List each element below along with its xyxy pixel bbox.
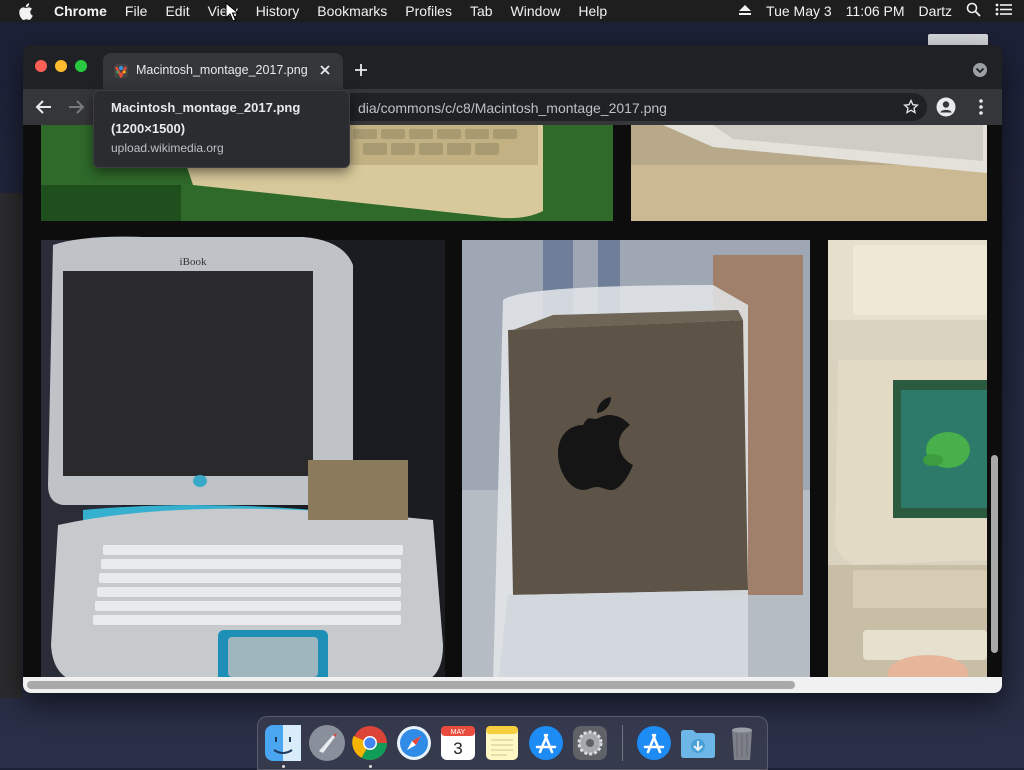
tab-strip: Macintosh_montage_2017.png (23, 45, 1002, 89)
back-arrow-icon[interactable] (34, 97, 54, 117)
profile-avatar-icon[interactable] (936, 97, 956, 117)
menu-app-name[interactable]: Chrome (54, 3, 107, 19)
more-options-icon[interactable] (973, 97, 989, 117)
status-area: Tue May 3 11:06 PM Dartz (738, 0, 1012, 22)
tile-macintosh-ii (828, 240, 987, 693)
calendar-day: 3 (453, 739, 462, 758)
menu-bookmarks[interactable]: Bookmarks (317, 3, 387, 19)
trash-icon[interactable] (722, 723, 762, 763)
menu-profiles[interactable]: Profiles (405, 3, 452, 19)
close-tab-icon[interactable] (317, 62, 333, 78)
menu-file[interactable]: File (125, 3, 148, 19)
menubar-user[interactable]: Dartz (919, 3, 952, 19)
hover-card-dimensions: (1200×1500) (111, 121, 186, 136)
app-store-icon[interactable] (526, 723, 566, 763)
calendar-icon[interactable]: MAY 3 (438, 723, 478, 763)
image-viewport[interactable]: iBook (23, 125, 1002, 693)
launchpad-icon[interactable] (307, 723, 347, 763)
calendar-month: MAY (451, 729, 466, 736)
tab-title: Macintosh_montage_2017.png (136, 63, 308, 77)
menu-help[interactable]: Help (578, 3, 607, 19)
app-store-icon-2[interactable] (634, 723, 674, 763)
menu-window[interactable]: Window (511, 3, 561, 19)
new-tab-button[interactable] (352, 61, 370, 79)
tile-ibook: iBook (41, 236, 445, 693)
tile-g4-cube (462, 240, 810, 693)
url-path: dia/commons/c/c8/Macintosh_montage_2017.… (358, 100, 667, 116)
background-window (0, 193, 22, 698)
menu-tab[interactable]: Tab (470, 3, 493, 19)
finder-icon[interactable] (263, 723, 303, 763)
dock-separator (622, 725, 623, 761)
image-favicon-icon (113, 63, 129, 79)
menu-edit[interactable]: Edit (165, 3, 189, 19)
menubar-time[interactable]: 11:06 PM (846, 3, 905, 19)
safari-icon[interactable] (394, 723, 434, 763)
bookmark-star-icon[interactable] (903, 98, 919, 115)
spotlight-icon[interactable] (966, 2, 981, 20)
macintosh-montage-image: iBook (23, 125, 1002, 693)
ibook-brand: iBook (180, 256, 207, 268)
apple-menu-icon[interactable] (18, 2, 40, 20)
forward-arrow-icon[interactable] (66, 97, 86, 117)
background-window-edge (1002, 250, 1024, 290)
menu-history[interactable]: History (256, 3, 300, 19)
downloads-folder-icon[interactable] (678, 723, 718, 763)
notification-center-icon[interactable] (995, 3, 1012, 19)
close-window-button[interactable] (35, 60, 47, 72)
system-preferences-icon[interactable] (570, 723, 610, 763)
notes-icon[interactable] (482, 723, 522, 763)
hover-card-title: Macintosh_montage_2017.png (111, 100, 301, 115)
horizontal-scrollbar[interactable] (27, 681, 795, 689)
menubar-date[interactable]: Tue May 3 (766, 3, 832, 19)
tile-desk-keyboard (631, 125, 987, 221)
vertical-scrollbar[interactable] (991, 455, 998, 653)
mouse-cursor-icon (225, 1, 240, 22)
chrome-icon[interactable] (350, 723, 390, 763)
active-tab[interactable]: Macintosh_montage_2017.png (103, 53, 343, 89)
eject-icon[interactable] (738, 3, 752, 19)
dock: MAY 3 (257, 716, 768, 770)
tab-hover-card: Macintosh_montage_2017.png (1200×1500) u… (93, 90, 350, 168)
zoom-window-button[interactable] (75, 60, 87, 72)
minimize-window-button[interactable] (55, 60, 67, 72)
hover-card-host: upload.wikimedia.org (111, 141, 224, 155)
tab-search-icon[interactable] (972, 62, 988, 78)
menu-bar: Chrome File Edit View History Bookmarks … (0, 0, 1024, 22)
